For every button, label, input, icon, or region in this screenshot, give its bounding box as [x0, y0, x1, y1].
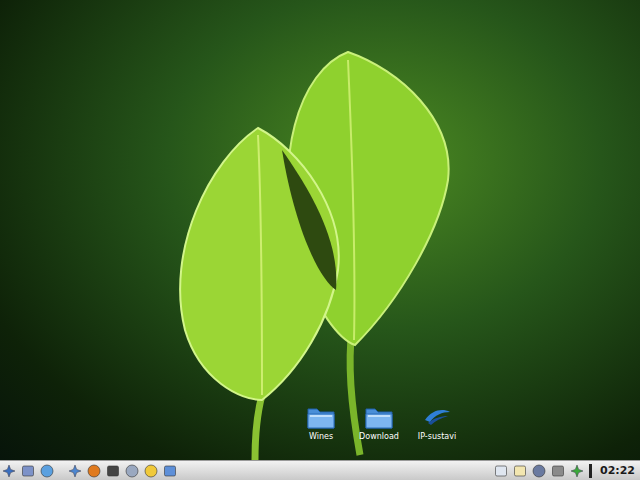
kmenu-icon[interactable] [2, 464, 16, 478]
wallpaper-leaves-icon [0, 0, 640, 460]
desktop-icon[interactable]: Download [350, 404, 408, 442]
tray-separator [589, 464, 592, 478]
system-icon[interactable] [21, 464, 35, 478]
usb-icon[interactable] [551, 464, 565, 478]
desktop-switch-icon[interactable] [163, 464, 177, 478]
clock[interactable]: 02:22 [597, 464, 638, 478]
desktop-icon[interactable]: Wines [292, 404, 350, 442]
chat-icon[interactable] [144, 464, 158, 478]
folder-icon [364, 404, 394, 430]
update-icon[interactable] [570, 464, 584, 478]
sound-icon[interactable] [125, 464, 139, 478]
system-tray: 02:22 [494, 464, 638, 478]
terminal-icon[interactable] [106, 464, 120, 478]
clipboard-icon[interactable] [513, 464, 527, 478]
desktop-icon[interactable]: IP-sustavi [408, 404, 466, 442]
folder-icon [306, 404, 336, 430]
launcher-bar [2, 464, 177, 478]
settings-icon[interactable] [68, 464, 82, 478]
desktop-icon-label: IP-sustavi [418, 432, 456, 442]
desktop-icons: Wines Download IP-sustavi [292, 404, 466, 442]
network-icon[interactable] [532, 464, 546, 478]
display-icon[interactable] [494, 464, 508, 478]
desktop-screen: Wines Download IP-sustavi 02:22 [0, 0, 640, 480]
desktop-icon-label: Download [359, 432, 399, 442]
desktop: Wines Download IP-sustavi [0, 0, 640, 460]
desktop-icon-label: Wines [309, 432, 333, 442]
firefox-icon[interactable] [87, 464, 101, 478]
taskbar: 02:22 [0, 460, 640, 480]
link-icon [422, 404, 452, 430]
konqueror-icon[interactable] [40, 464, 54, 478]
